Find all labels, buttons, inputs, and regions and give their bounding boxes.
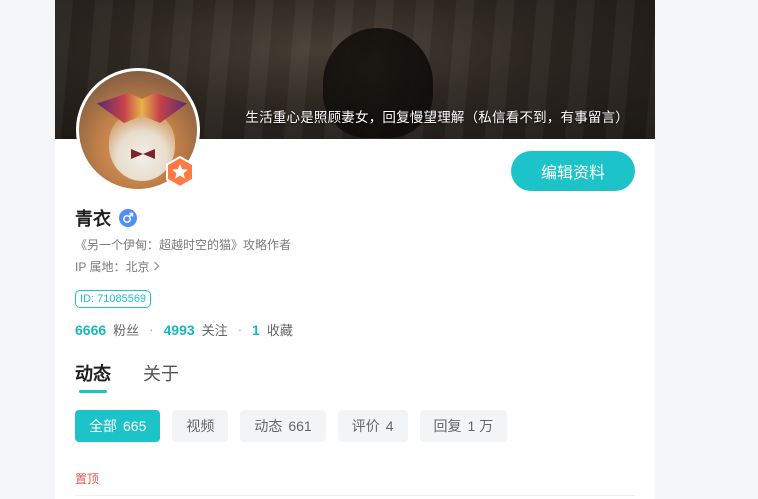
creator-badge-icon bbox=[165, 155, 195, 189]
favorites-count[interactable]: 1 bbox=[252, 322, 260, 338]
edit-profile-button[interactable]: 编辑资料 bbox=[511, 151, 635, 191]
male-icon bbox=[119, 209, 137, 227]
pinned-label: 置顶 bbox=[75, 472, 100, 486]
feed-divider bbox=[75, 495, 635, 496]
following-count[interactable]: 4993 bbox=[164, 322, 195, 338]
filter-all[interactable]: 全部 665 bbox=[75, 410, 161, 442]
filter-posts[interactable]: 动态 661 bbox=[240, 410, 326, 442]
filter-videos[interactable]: 视频 bbox=[172, 410, 229, 442]
favorites-label[interactable]: 收藏 bbox=[267, 320, 293, 339]
fans-count[interactable]: 6666 bbox=[75, 322, 106, 338]
filter-reviews[interactable]: 评价 4 bbox=[337, 410, 408, 442]
filter-count: 661 bbox=[288, 418, 312, 434]
profile-card: 生活重心是照顾妻女，回复慢望理解（私信看不到，有事留言） 编辑资料 青衣 《另一… bbox=[55, 0, 655, 499]
profile-tabs: 动态 关于 bbox=[75, 360, 211, 393]
feed-filters: 全部 665 视频 动态 661 评价 4 回复 1 万 bbox=[75, 410, 519, 442]
user-id-badge[interactable]: ID: 71085569 bbox=[75, 290, 152, 308]
filter-label: 视频 bbox=[186, 418, 215, 434]
tab-about[interactable]: 关于 bbox=[143, 360, 179, 386]
stats-row: 6666 粉丝 · 4993 关注 · 1 收藏 bbox=[75, 320, 293, 339]
stats-separator: · bbox=[237, 322, 243, 337]
ip-location-label: IP 属地：北京 bbox=[75, 260, 150, 274]
filter-label: 动态 bbox=[254, 418, 283, 434]
stats-separator: · bbox=[149, 322, 154, 337]
filter-label: 评价 bbox=[351, 418, 380, 434]
tab-activity[interactable]: 动态 bbox=[75, 360, 111, 393]
filter-label: 全部 bbox=[89, 418, 117, 434]
profile-signature: 生活重心是照顾妻女，回复慢望理解（私信看不到，有事留言） bbox=[245, 110, 629, 125]
following-label[interactable]: 关注 bbox=[202, 320, 228, 339]
chevron-right-icon bbox=[153, 260, 160, 274]
filter-label: 回复 bbox=[433, 418, 462, 434]
filter-count: 665 bbox=[123, 418, 147, 434]
ip-location[interactable]: IP 属地：北京 bbox=[75, 258, 160, 275]
name-row: 青衣 bbox=[75, 205, 137, 231]
filter-count: 1 万 bbox=[467, 418, 494, 434]
filter-count: 4 bbox=[385, 418, 394, 434]
fans-label[interactable]: 粉丝 bbox=[113, 320, 139, 339]
user-title: 《另一个伊甸：超越时空的猫》攻略作者 bbox=[75, 238, 292, 252]
filter-replies[interactable]: 回复 1 万 bbox=[419, 410, 508, 442]
user-name: 青衣 bbox=[75, 209, 111, 229]
